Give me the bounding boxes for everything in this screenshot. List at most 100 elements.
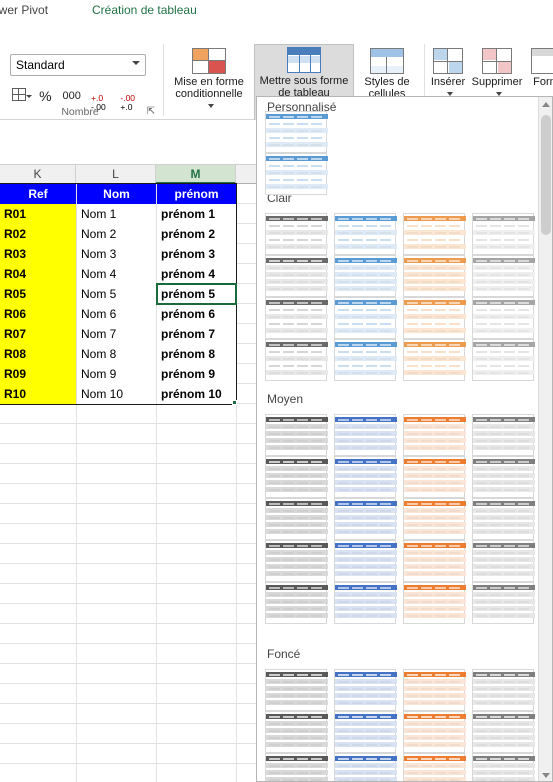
table-style-swatch[interactable]	[403, 753, 466, 781]
table-style-swatch[interactable]	[403, 711, 466, 753]
table-style-swatch[interactable]	[265, 153, 328, 195]
table-style-swatch[interactable]	[403, 456, 466, 498]
table-style-swatch[interactable]	[265, 213, 328, 255]
table-style-swatch[interactable]	[334, 540, 397, 582]
chevron-down-icon[interactable]	[132, 61, 140, 65]
column-header-M[interactable]: M	[156, 165, 236, 184]
table-style-swatch[interactable]	[403, 669, 466, 711]
fill-handle[interactable]	[232, 400, 237, 405]
table-style-swatch[interactable]	[334, 255, 397, 297]
table-style-swatch[interactable]	[265, 711, 328, 753]
table-style-swatch[interactable]	[265, 498, 328, 540]
cell-nom[interactable]: Nom 1	[77, 204, 156, 224]
cell-ref[interactable]: R01	[0, 204, 76, 224]
chevron-down-icon[interactable]	[207, 104, 214, 109]
table-style-swatch[interactable]	[403, 339, 466, 381]
tab-power-pivot[interactable]: ower Pivot	[0, 0, 48, 20]
table-style-swatch[interactable]	[472, 753, 535, 781]
table-styles-gallery[interactable]: Personnalisé Sujets Clair Moyen Foncé	[256, 96, 553, 782]
scroll-down-icon[interactable]	[542, 773, 550, 778]
table-style-swatch[interactable]	[403, 498, 466, 540]
cell-ref[interactable]: R07	[0, 324, 76, 344]
cell-ref[interactable]: R02	[0, 224, 76, 244]
table-style-swatch[interactable]	[403, 414, 466, 456]
cell-nom[interactable]: Nom 9	[77, 364, 156, 384]
cell-prenom[interactable]: prénom 8	[157, 344, 236, 364]
table-style-swatch[interactable]	[403, 213, 466, 255]
cell-nom[interactable]: Nom 3	[77, 244, 156, 264]
table-style-swatch[interactable]	[472, 414, 535, 456]
cell-nom[interactable]: Nom 8	[77, 344, 156, 364]
table-style-swatch[interactable]	[472, 498, 535, 540]
table-style-swatch[interactable]	[472, 669, 535, 711]
table-style-swatch[interactable]	[472, 540, 535, 582]
table-style-swatch[interactable]	[472, 711, 535, 753]
table-style-swatch[interactable]	[265, 339, 328, 381]
cell-nom[interactable]: Nom 7	[77, 324, 156, 344]
table-style-swatch[interactable]	[403, 255, 466, 297]
cell-prenom[interactable]: prénom 7	[157, 324, 236, 344]
table-style-swatch[interactable]	[265, 582, 328, 624]
conditional-formatting-button[interactable]: Mise en forme conditionnelle	[170, 46, 248, 112]
table-header-ref[interactable]: Ref	[0, 184, 76, 204]
table-style-swatch[interactable]	[403, 540, 466, 582]
cell-prenom[interactable]: prénom 6	[157, 304, 236, 324]
table-style-swatch[interactable]	[472, 213, 535, 255]
table-style-swatch[interactable]	[334, 456, 397, 498]
table-style-swatch[interactable]	[334, 498, 397, 540]
table-style-swatch[interactable]	[472, 339, 535, 381]
increase-decimal-button[interactable]: +.0 -.00	[88, 84, 114, 112]
format-cells-button[interactable]: Form	[526, 46, 553, 88]
table-style-swatch[interactable]	[334, 213, 397, 255]
table-header-nom[interactable]: Nom	[77, 184, 156, 204]
cell-prenom[interactable]: prénom 10	[157, 384, 236, 404]
table-style-swatch[interactable]	[334, 339, 397, 381]
decrease-decimal-button[interactable]: -.00 +.0	[117, 84, 143, 112]
cell-ref[interactable]: R08	[0, 344, 76, 364]
table-style-swatch[interactable]	[334, 414, 397, 456]
table-style-swatch[interactable]	[265, 753, 328, 781]
cell-prenom[interactable]: prénom 9	[157, 364, 236, 384]
cell-prenom[interactable]: prénom 2	[157, 224, 236, 244]
table-style-swatch[interactable]	[334, 669, 397, 711]
number-format-select[interactable]: Standard	[10, 54, 146, 76]
cell-ref[interactable]: R05	[0, 284, 76, 304]
table-style-swatch[interactable]	[265, 255, 328, 297]
insert-cells-button[interactable]: Insérer	[428, 46, 468, 100]
cell-ref[interactable]: R09	[0, 364, 76, 384]
table-style-swatch[interactable]	[265, 540, 328, 582]
table-style-swatch[interactable]	[472, 297, 535, 339]
table-style-swatch[interactable]	[472, 456, 535, 498]
table-style-swatch[interactable]	[403, 582, 466, 624]
gallery-scroll-thumb[interactable]	[541, 115, 551, 235]
cell-prenom-active[interactable]: prénom 5	[157, 284, 236, 304]
cell-nom[interactable]: Nom 6	[77, 304, 156, 324]
chevron-down-icon[interactable]	[26, 95, 32, 98]
cell-prenom[interactable]: prénom 1	[157, 204, 236, 224]
cell-ref[interactable]: R06	[0, 304, 76, 324]
table-style-swatch[interactable]	[334, 582, 397, 624]
tab-creation-de-tableau[interactable]: Création de tableau	[92, 0, 197, 20]
table-style-swatch[interactable]	[265, 414, 328, 456]
number-dialog-launcher-icon[interactable]: ⇱	[145, 106, 157, 118]
table-style-swatch[interactable]	[265, 297, 328, 339]
table-style-swatch[interactable]	[334, 711, 397, 753]
table-header-prenom[interactable]: prénom	[157, 184, 236, 204]
cell-ref[interactable]: R04	[0, 264, 76, 284]
cell-nom[interactable]: Nom 4	[77, 264, 156, 284]
table-style-swatch[interactable]	[265, 669, 328, 711]
table-style-swatch[interactable]	[472, 255, 535, 297]
cell-nom[interactable]: Nom 10	[77, 384, 156, 404]
table-style-swatch[interactable]	[334, 297, 397, 339]
cell-ref[interactable]: R10	[0, 384, 76, 404]
table-style-swatch[interactable]	[472, 582, 535, 624]
scroll-up-icon[interactable]	[542, 102, 550, 107]
cell-nom[interactable]: Nom 2	[77, 224, 156, 244]
column-header-K[interactable]: K	[0, 165, 76, 184]
table-style-swatch[interactable]	[403, 297, 466, 339]
table-style-swatch[interactable]	[265, 456, 328, 498]
accounting-format-button[interactable]	[10, 84, 32, 108]
cell-ref[interactable]: R03	[0, 244, 76, 264]
thousands-separator-button[interactable]: 000	[59, 84, 85, 108]
cell-prenom[interactable]: prénom 3	[157, 244, 236, 264]
